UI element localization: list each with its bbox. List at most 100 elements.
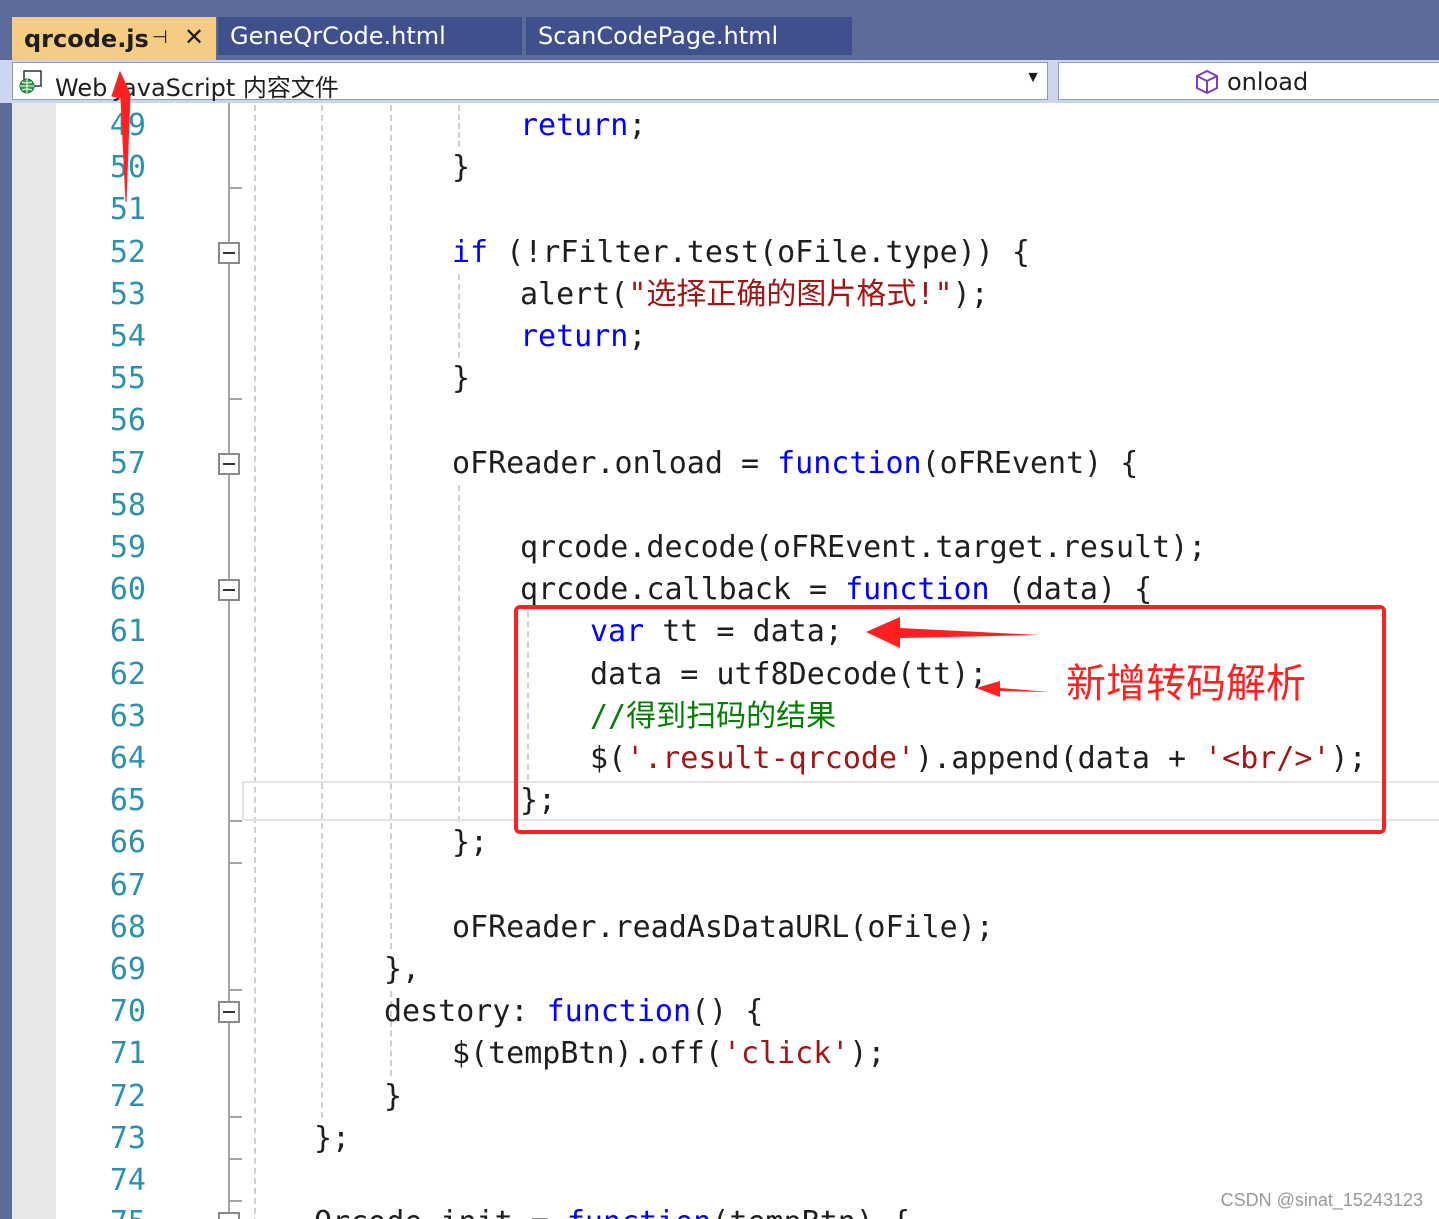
code-token: qrcode.decode(oFREvent.target.result); [520, 530, 1207, 565]
indent-guide [458, 273, 460, 359]
outlining-end-tick [228, 1115, 242, 1118]
outlining-end-tick [228, 862, 242, 865]
chevron-down-icon[interactable]: ▼ [1025, 69, 1041, 87]
line-number: 67 [109, 867, 146, 903]
line-number: 63 [109, 698, 146, 734]
line-number: 61 [109, 614, 146, 650]
scope-dropdown[interactable]: Web JavaScript 内容文件 ▼ [12, 62, 1048, 102]
code-token: } [452, 361, 471, 397]
line-number: 66 [109, 825, 146, 861]
code-editor[interactable]: 49 50 51 52 53 54 55 56 57 58 59 60 61 62 63 64 65 66 67 68… [0, 103, 1439, 1219]
line-number: 58 [109, 487, 146, 523]
outlining-end-tick [228, 820, 242, 823]
outlining-end-tick [228, 398, 242, 401]
code-token: (tempBtn) { [711, 1205, 910, 1219]
outlining-end-tick [228, 1200, 242, 1202]
pin-icon[interactable]: ⊣ [152, 27, 168, 48]
code-token: }, [384, 952, 421, 987]
code-token: qrcode.callback = [520, 572, 846, 608]
line-number: 53 [109, 276, 146, 312]
keyword-token: return [520, 108, 629, 143]
line-number: 65 [109, 783, 146, 819]
outlining-end-tick [228, 989, 242, 991]
code-line[interactable]: } [452, 147, 470, 189]
code-token: oFReader.readAsDataURL(oFile); [452, 909, 994, 945]
collapse-icon[interactable] [218, 452, 240, 475]
line-number: 51 [109, 192, 146, 228]
keyword-token: function [546, 994, 692, 1030]
annotation-highlight-box [514, 605, 1386, 834]
code-line[interactable]: $(tempBtn).off('click'); [452, 1033, 886, 1075]
tab-label: qrcode.js [24, 24, 149, 53]
tab-qrcode-js[interactable]: qrcode.js ⊣ ✕ [12, 17, 216, 60]
line-number: 75 [56, 1202, 146, 1219]
outlining-end-tick [228, 187, 242, 190]
collapse-icon[interactable] [218, 241, 240, 264]
code-token: ); [952, 276, 989, 312]
line-number: 62 [109, 656, 146, 692]
tab-geneqrcode-html[interactable]: GeneQrCode.html [218, 17, 522, 55]
code-line[interactable]: } [452, 358, 470, 400]
editor-frame [0, 103, 12, 1219]
code-line[interactable]: if (!rFilter.test(oFile.type)) { [452, 232, 1030, 274]
collapse-icon[interactable] [218, 579, 240, 602]
code-line[interactable]: return; [520, 105, 646, 147]
code-line[interactable]: }, [384, 949, 420, 991]
line-number: 68 [109, 909, 146, 945]
code-token: ); [849, 1036, 886, 1072]
annotation-label: 新增转码解析 [1066, 661, 1306, 707]
code-line[interactable]: destory: function() { [384, 991, 763, 1033]
cube-icon [1196, 69, 1218, 95]
collapse-icon[interactable] [218, 1212, 240, 1219]
line-number: 73 [109, 1120, 146, 1156]
indent-guide [458, 105, 460, 148]
line-number: 49 [109, 108, 146, 143]
code-token: (!rFilter.test(oFile.type)) { [488, 234, 1030, 270]
line-number: 60 [109, 572, 146, 608]
code-line[interactable]: } [384, 1076, 402, 1118]
line-number: 54 [109, 319, 146, 354]
code-line[interactable]: Qrcode.init = function(tempBtn) { [314, 1202, 910, 1219]
member-label: onload [1227, 68, 1309, 96]
code-line[interactable]: qrcode.decode(oFREvent.target.result); [520, 527, 1206, 569]
collapse-icon[interactable] [218, 1001, 240, 1024]
line-number: 55 [109, 361, 146, 397]
keyword-token: return [520, 319, 629, 354]
code-token: Qrcode.init = [314, 1205, 567, 1219]
indicator-margin [12, 103, 56, 1219]
line-number: 70 [109, 994, 146, 1030]
code-line[interactable]: oFReader.readAsDataURL(oFile); [452, 907, 994, 949]
tab-label: ScanCodePage.html [538, 22, 779, 50]
close-icon[interactable]: ✕ [184, 23, 204, 51]
code-token: } [452, 150, 471, 186]
code-token: (oFREvent) { [921, 445, 1139, 481]
line-number: 59 [109, 530, 146, 565]
keyword-token: function [845, 572, 990, 608]
code-token: alert( [520, 276, 629, 312]
keyword-token: if [452, 234, 489, 270]
line-number: 50 [109, 150, 146, 186]
code-token: } [384, 1078, 403, 1114]
code-token: (data) { [989, 572, 1153, 608]
code-line[interactable]: oFReader.onload = function(oFREvent) { [452, 443, 1138, 485]
line-number: 64 [109, 741, 146, 776]
code-token: $(tempBtn).off( [452, 1036, 723, 1072]
code-token: }; [314, 1120, 351, 1156]
scope-label: Web JavaScript 内容文件 [55, 74, 339, 102]
keyword-token: function [567, 1205, 712, 1219]
outlining-end-tick [228, 1157, 242, 1160]
code-token: ; [628, 108, 647, 143]
indent-guide [321, 105, 323, 1118]
outlining-line [228, 103, 230, 1219]
code-line[interactable]: alert("选择正确的图片格式!"); [520, 274, 989, 316]
code-line[interactable]: }; [314, 1118, 350, 1160]
member-dropdown[interactable]: onload [1058, 62, 1439, 100]
code-token: oFReader.onload = [452, 445, 778, 481]
tab-scancodepage-html[interactable]: ScanCodePage.html [526, 17, 852, 55]
globe-file-icon [19, 70, 42, 94]
code-line[interactable]: return; [520, 316, 646, 358]
line-number: 56 [109, 403, 146, 439]
watermark: CSDN @sinat_15243123 [1220, 1190, 1423, 1210]
code-line[interactable]: }; [452, 822, 488, 864]
code-token: () { [691, 994, 764, 1030]
